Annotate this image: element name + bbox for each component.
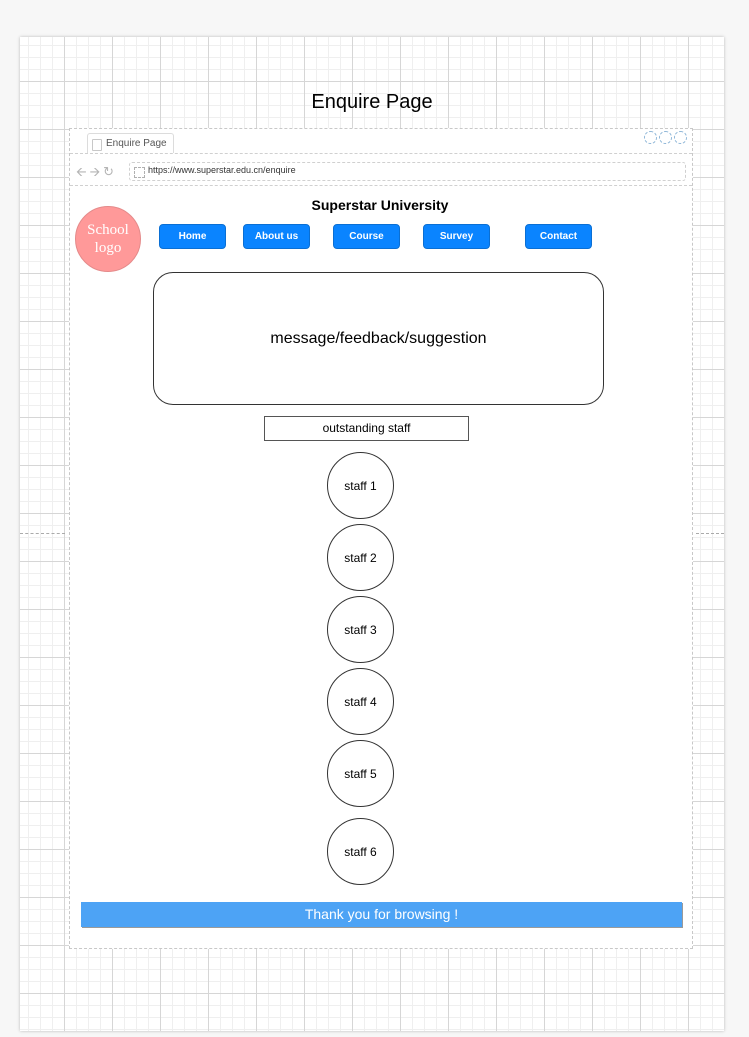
message-box-label: message/feedback/suggestion: [270, 329, 487, 347]
tab-bar-divider: [70, 153, 692, 154]
maximize-icon[interactable]: [659, 131, 672, 144]
nav-button-contact[interactable]: Contact: [525, 224, 592, 249]
window-controls: [644, 131, 690, 144]
logo-text: School logo: [87, 222, 129, 256]
site-name: Superstar University: [311, 197, 449, 213]
nav-button-home[interactable]: Home: [159, 224, 226, 249]
page-icon: [134, 167, 145, 178]
page-icon: [92, 139, 102, 151]
nav-button-course[interactable]: Course: [333, 224, 400, 249]
back-arrow-icon[interactable]: 🡨: [76, 165, 87, 179]
staff-circle[interactable]: staff 1: [327, 452, 394, 519]
address-bar-divider: [70, 185, 692, 186]
address-bar[interactable]: https://www.superstar.edu.cn/enquire: [129, 162, 686, 181]
nav-button-about-us[interactable]: About us: [243, 224, 310, 249]
close-icon[interactable]: [674, 131, 687, 144]
staff-circle[interactable]: staff 5: [327, 740, 394, 807]
browser-window: Enquire Page 🡨 🡪 ↻ https://www.superstar.e…: [69, 128, 693, 949]
footer-banner: Thank you for browsing !: [81, 902, 682, 927]
staff-circle[interactable]: staff 6: [327, 818, 394, 885]
reload-icon[interactable]: ↻: [103, 165, 114, 179]
page-break-marker: [20, 533, 65, 534]
url-text: https://www.superstar.edu.cn/enquire: [148, 165, 296, 175]
staff-circle[interactable]: staff 2: [327, 524, 394, 591]
message-feedback-box[interactable]: message/feedback/suggestion: [153, 272, 604, 405]
minimize-icon[interactable]: [644, 131, 657, 144]
school-logo: School logo: [75, 206, 141, 272]
nav-button-survey[interactable]: Survey: [423, 224, 490, 249]
staff-circle[interactable]: staff 3: [327, 596, 394, 663]
staff-circle[interactable]: staff 4: [327, 668, 394, 735]
browser-nav: 🡨 🡪 ↻: [76, 165, 117, 179]
tab-label: Enquire Page: [106, 138, 167, 149]
forward-arrow-icon[interactable]: 🡪: [90, 165, 101, 179]
document-title: Enquire Page: [311, 91, 433, 113]
browser-tab[interactable]: Enquire Page: [87, 133, 174, 153]
page-break-marker: [696, 533, 724, 534]
outstanding-staff-heading: outstanding staff: [264, 416, 469, 441]
